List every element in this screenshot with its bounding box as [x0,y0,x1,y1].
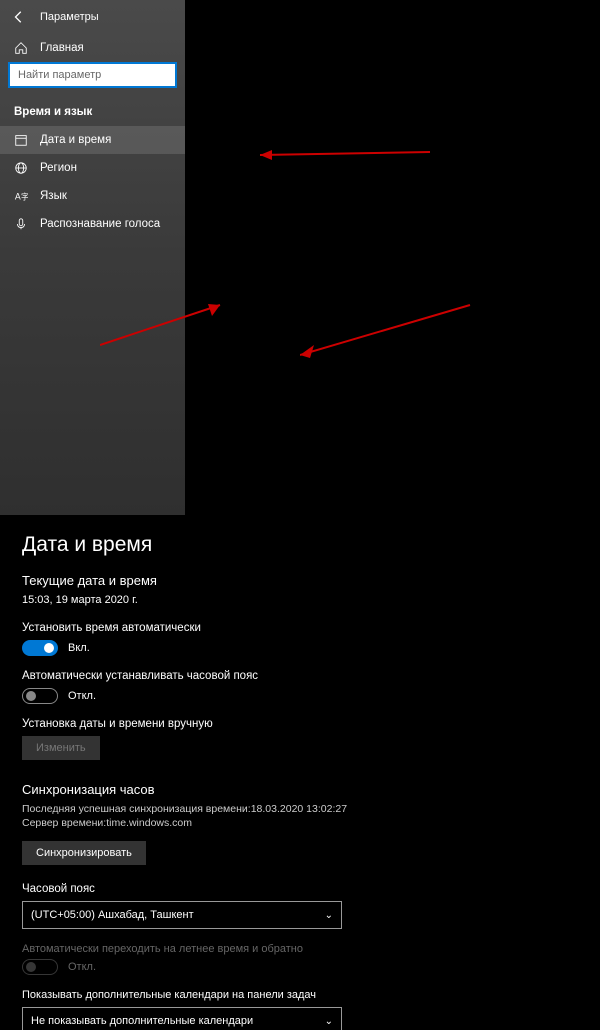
svg-text:A: A [15,192,21,202]
extra-cal-label: Показывать дополнительные календари на п… [22,989,578,1001]
calendar-icon [14,133,28,147]
sidebar-item-speech[interactable]: Распознавание голоса [0,210,185,238]
svg-text:字: 字 [21,192,28,202]
timezone-label: Часовой пояс [22,883,578,895]
timezone-select[interactable]: (UTC+05:00) Ашхабад, Ташкент ⌄ [22,901,342,929]
category-header: Время и язык [0,98,185,126]
sidebar-item-label: Язык [40,190,67,202]
chevron-down-icon: ⌄ [325,910,333,921]
home-icon [14,41,28,55]
nav-home-label: Главная [40,42,84,54]
sidebar-item-language[interactable]: A字 Язык [0,182,185,210]
auto-tz-state: Откл. [68,690,96,702]
auto-tz-label: Автоматически устанавливать часовой пояс [22,670,578,682]
page-title: Дата и время [22,533,578,557]
extra-cal-value: Не показывать дополнительные календари [31,1015,253,1027]
auto-tz-toggle[interactable] [22,688,58,704]
sidebar-item-label: Распознавание голоса [40,218,160,230]
sidebar-item-datetime[interactable]: Дата и время [0,126,185,154]
nav-home[interactable]: Главная [0,34,185,62]
microphone-icon [14,217,28,231]
sync-button[interactable]: Синхронизировать [22,841,146,865]
window-title: Параметры [40,11,99,23]
auto-time-label: Установить время автоматически [22,622,578,634]
manual-label: Установка даты и времени вручную [22,718,578,730]
dst-label: Автоматически переходить на летнее время… [22,943,578,955]
sync-server: Сервер времени:time.windows.com [22,817,578,829]
auto-time-state: Вкл. [68,642,90,654]
extra-cal-select[interactable]: Не показывать дополнительные календари ⌄ [22,1007,342,1030]
annotation-arrow [300,300,480,360]
sidebar-item-region[interactable]: Регион [0,154,185,182]
chevron-down-icon: ⌄ [325,1016,333,1027]
sidebar-item-label: Регион [40,162,77,174]
sync-last: Последняя успешная синхронизация времени… [22,803,578,815]
change-button: Изменить [22,736,100,760]
annotation-arrow [260,140,440,170]
section-current: Текущие дата и время [22,573,578,588]
auto-time-toggle[interactable] [22,640,58,656]
search-input[interactable] [8,62,177,88]
globe-icon [14,161,28,175]
dst-toggle [22,959,58,975]
current-datetime: 15:03, 19 марта 2020 г. [22,594,578,606]
sync-title: Синхронизация часов [22,782,578,797]
sidebar-item-label: Дата и время [40,134,111,146]
language-icon: A字 [14,189,28,203]
back-icon[interactable] [12,10,26,24]
timezone-value: (UTC+05:00) Ашхабад, Ташкент [31,909,194,921]
dst-state: Откл. [68,961,96,973]
